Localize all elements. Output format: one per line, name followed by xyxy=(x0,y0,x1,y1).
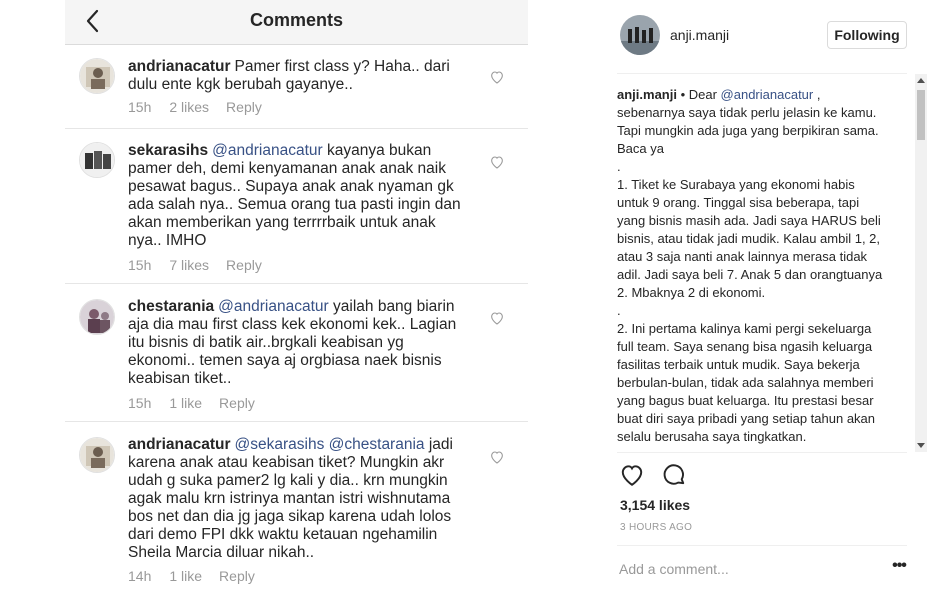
caption-body: , sebenarnya saya tidak perlu jelasin ke… xyxy=(617,87,883,444)
comment-item: sekarasihs @andrianacatur kayanya bukan p… xyxy=(65,130,528,284)
comment-username[interactable]: andrianacatur xyxy=(128,436,231,453)
caption-separator: • xyxy=(676,87,689,102)
comment-mention[interactable]: @andrianacatur xyxy=(218,298,329,315)
heart-icon[interactable] xyxy=(489,69,505,85)
comment-likes[interactable]: 2 likes xyxy=(169,99,209,115)
comment-item: andrianacatur @sekarasihs @chestarania ja… xyxy=(65,423,528,593)
comment-meta: 15h 2 likes Reply xyxy=(128,99,262,115)
avatar[interactable] xyxy=(79,58,115,94)
caption-intro: Dear xyxy=(688,87,721,102)
heart-icon[interactable] xyxy=(489,154,505,170)
comment-text: sekarasihs @andrianacatur kayanya bukan p… xyxy=(128,142,470,250)
divider xyxy=(617,452,907,453)
following-button[interactable]: Following xyxy=(827,21,907,49)
comment-username[interactable]: andrianacatur xyxy=(128,58,231,75)
reply-button[interactable]: Reply xyxy=(226,99,262,115)
comment-text: andrianacatur Pamer first class y? Haha..… xyxy=(128,58,470,94)
comment-username[interactable]: sekarasihs xyxy=(128,142,208,159)
heart-icon[interactable] xyxy=(619,462,645,488)
post-caption: anji.manji • Dear @andrianacatur , seben… xyxy=(617,86,885,446)
comment-time: 15h xyxy=(128,395,152,411)
page-title: Comments xyxy=(249,10,343,30)
reply-button[interactable]: Reply xyxy=(226,257,262,273)
divider xyxy=(617,73,907,74)
caption-scroll-area[interactable]: anji.manji • Dear @andrianacatur , seben… xyxy=(617,86,907,452)
comment-mention[interactable]: @andrianacatur xyxy=(212,142,323,159)
post-timestamp: 3 HOURS AGO xyxy=(620,522,693,533)
scroll-up-arrow-icon[interactable] xyxy=(915,74,927,88)
comment-time: 15h xyxy=(128,99,152,115)
reply-button[interactable]: Reply xyxy=(219,568,255,584)
comment-item: andrianacatur Pamer first class y? Haha..… xyxy=(65,46,528,129)
scroll-down-arrow-icon[interactable] xyxy=(915,438,927,452)
scrollbar[interactable] xyxy=(915,74,927,452)
comments-header: Comments xyxy=(65,0,528,45)
comment-content: jadi karena anak atau keabisan tiket? Mu… xyxy=(128,436,453,561)
comment-meta: 15h 7 likes Reply xyxy=(128,257,262,273)
comment-mention[interactable]: @chestarania xyxy=(329,436,425,453)
comment-meta: 14h 1 like Reply xyxy=(128,568,255,584)
avatar[interactable] xyxy=(79,437,115,473)
comment-meta: 15h 1 like Reply xyxy=(128,395,255,411)
post-panel: anji.manji Following anji.manji • Dear @… xyxy=(603,0,927,593)
comment-item: chestarania @andrianacatur yailah bang bi… xyxy=(65,285,528,422)
avatar[interactable] xyxy=(79,299,115,335)
comment-text: chestarania @andrianacatur yailah bang bi… xyxy=(128,298,470,388)
caption-mention[interactable]: @andrianacatur xyxy=(721,87,814,102)
comment-likes[interactable]: 1 like xyxy=(169,395,202,411)
scrollbar-thumb[interactable] xyxy=(917,90,925,140)
more-options-icon[interactable]: ••• xyxy=(891,558,907,578)
comment-likes[interactable]: 1 like xyxy=(169,568,202,584)
comments-panel: Comments andrianacatur Pamer first class … xyxy=(65,0,528,593)
avatar[interactable] xyxy=(620,15,660,55)
comment-likes[interactable]: 7 likes xyxy=(169,257,209,273)
likes-count[interactable]: 3,154 likes xyxy=(620,497,690,513)
caption-username[interactable]: anji.manji xyxy=(617,87,677,102)
post-username[interactable]: anji.manji xyxy=(670,27,729,43)
comment-mention[interactable]: @sekarasihs xyxy=(235,436,325,453)
comment-username[interactable]: chestarania xyxy=(128,298,214,315)
comment-input[interactable] xyxy=(619,558,869,580)
heart-icon[interactable] xyxy=(489,449,505,465)
reply-button[interactable]: Reply xyxy=(219,395,255,411)
avatar[interactable] xyxy=(79,142,115,178)
divider xyxy=(617,545,907,546)
comment-text: andrianacatur @sekarasihs @chestarania ja… xyxy=(128,436,470,562)
comment-bubble-icon[interactable] xyxy=(661,462,687,488)
heart-icon[interactable] xyxy=(489,310,505,326)
comment-time: 14h xyxy=(128,568,152,584)
comment-time: 15h xyxy=(128,257,152,273)
